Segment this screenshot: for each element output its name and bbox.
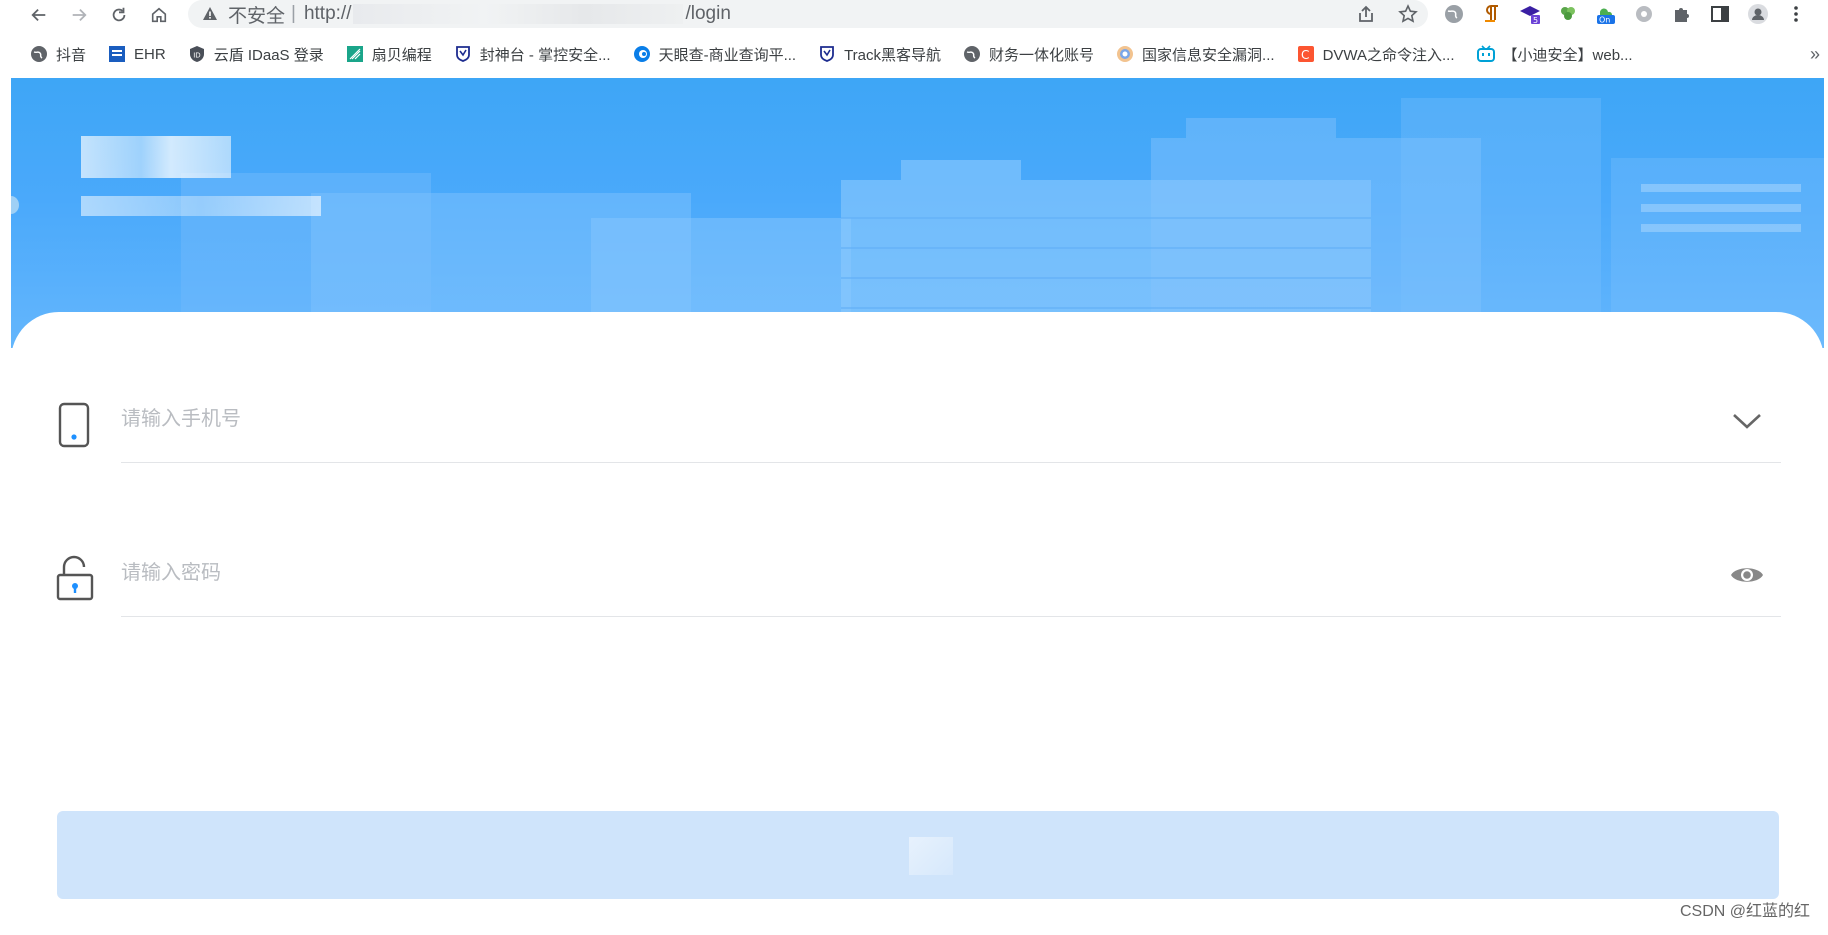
side-panel-icon — [1711, 6, 1729, 22]
clover-icon — [1561, 7, 1575, 20]
login-button-label-redacted — [909, 837, 953, 875]
menu-button[interactable] — [1784, 2, 1808, 26]
lock-icon — [55, 555, 95, 603]
phone-input[interactable] — [121, 399, 1661, 439]
arrow-left-icon — [31, 8, 46, 22]
url-redacted — [353, 4, 684, 24]
reload-button[interactable] — [102, 0, 136, 30]
bookmark-label: 【小迪安全】web... — [1502, 46, 1633, 64]
flower-icon — [1636, 6, 1652, 22]
login-page: CSDN @红蓝的红 — [11, 78, 1824, 935]
login-button[interactable] — [57, 811, 1779, 899]
star-icon[interactable] — [1398, 4, 1418, 24]
address-bar[interactable]: 不安全 | http:// /login — [188, 0, 1428, 28]
password-underline — [121, 616, 1781, 617]
bookmark-cnnvd[interactable]: 国家信息安全漏洞... — [1116, 44, 1275, 65]
bookmark-label: DVWA之命令注入... — [1322, 46, 1455, 64]
globe-icon — [30, 45, 48, 63]
extensions-row: 5 On — [1442, 2, 1808, 26]
puzzle-icon — [1675, 8, 1689, 22]
ehr-icon — [108, 45, 126, 63]
password-input[interactable] — [121, 553, 1661, 593]
graduation-hat-icon: 5 — [1520, 6, 1540, 25]
bookmark-tianyancha[interactable]: 天眼查-商业查询平... — [633, 44, 797, 65]
bookmark-douyin[interactable]: 抖音 — [30, 44, 86, 65]
extension-hat[interactable]: 5 — [1518, 2, 1542, 26]
csdn-watermark: CSDN @红蓝的红 — [1679, 903, 1810, 920]
home-button[interactable] — [142, 0, 176, 30]
hero-banner — [11, 78, 1824, 348]
arrow-right-icon — [72, 8, 87, 22]
extension-pilcrow[interactable] — [1480, 2, 1504, 26]
extension-clover[interactable] — [1556, 2, 1580, 26]
phone-field — [55, 391, 1791, 463]
svg-text:5: 5 — [1533, 16, 1538, 25]
chevron-down-icon — [1733, 414, 1761, 429]
phone-icon — [55, 401, 95, 449]
extension-flower[interactable] — [1632, 2, 1656, 26]
extensions-button[interactable] — [1670, 2, 1694, 26]
pilcrow-icon — [1485, 5, 1498, 22]
bookmarks-bar: 抖音 EHR ID 云盾 IDaaS 登录 扇贝编程 封神台 - 掌控安全...… — [0, 36, 1828, 72]
bookmark-dvwa[interactable]: C DVWA之命令注入... — [1297, 44, 1455, 65]
bookmark-fengshentai[interactable]: 封神台 - 掌控安全... — [454, 44, 611, 65]
fst-shield-icon — [454, 45, 472, 63]
avatar-icon — [1748, 4, 1768, 24]
svg-text:On: On — [1599, 16, 1610, 25]
eye-icon — [1731, 568, 1763, 582]
bookmark-finance[interactable]: 财务一体化账号 — [963, 44, 1094, 65]
security-separator: | — [291, 3, 296, 24]
phone-underline — [121, 462, 1781, 463]
bookmark-label: 云盾 IDaaS 登录 — [213, 46, 324, 64]
login-card — [11, 312, 1824, 935]
password-field — [55, 545, 1791, 617]
shield-icon: ID — [188, 45, 206, 63]
side-panel-button[interactable] — [1708, 2, 1732, 26]
warning-icon — [203, 7, 217, 20]
forward-button[interactable] — [62, 0, 96, 30]
browser-toolbar: 不安全 | http:// /login 5 On — [0, 0, 1828, 30]
bookmark-label: 国家信息安全漏洞... — [1142, 46, 1275, 64]
bookmark-ehr[interactable]: EHR — [108, 45, 166, 63]
bookmark-label: 扇贝编程 — [371, 46, 432, 64]
kebab-menu-icon — [1794, 6, 1798, 22]
bookmark-shanbay[interactable]: 扇贝编程 — [346, 44, 432, 65]
cnnvd-icon — [1116, 45, 1134, 63]
bookmark-label: EHR — [134, 45, 166, 63]
csdn-icon: C — [1297, 45, 1315, 63]
shanbay-icon — [346, 45, 364, 63]
bookmark-label: 封神台 - 掌控安全... — [479, 46, 611, 64]
subtitle-redacted — [81, 196, 321, 216]
track-shield-icon — [818, 45, 836, 63]
bookmark-xiaodi[interactable]: 【小迪安全】web... — [1476, 44, 1633, 65]
bookmark-label: 天眼查-商业查询平... — [658, 46, 797, 64]
security-label: 不安全 — [228, 5, 286, 27]
bilibili-icon — [1476, 45, 1495, 63]
extension-on[interactable]: On — [1594, 2, 1618, 26]
logo-redacted — [81, 136, 231, 178]
globe-gray-icon — [1445, 5, 1463, 23]
back-button[interactable] — [22, 0, 56, 30]
bookmark-label: Track黑客导航 — [844, 46, 942, 64]
phone-dropdown-button[interactable] — [1727, 403, 1767, 439]
toggle-password-visibility[interactable] — [1727, 557, 1767, 593]
svg-text:C: C — [1301, 48, 1309, 62]
svg-text:ID: ID — [193, 52, 200, 60]
bookmark-track[interactable]: Track黑客导航 — [818, 44, 941, 65]
extension-globe[interactable] — [1442, 2, 1466, 26]
tianyancha-icon — [633, 45, 651, 63]
bookmark-idaas[interactable]: ID 云盾 IDaaS 登录 — [188, 44, 324, 65]
home-icon — [151, 7, 167, 23]
cloud-on-icon: On — [1597, 8, 1615, 25]
profile-button[interactable] — [1746, 2, 1770, 26]
bookmarks-overflow-button[interactable]: » — [1810, 44, 1820, 65]
url-prefix: http:// — [303, 3, 352, 24]
bookmark-label: 财务一体化账号 — [989, 46, 1095, 64]
bookmark-label: 抖音 — [56, 46, 87, 64]
globe-icon — [963, 45, 981, 63]
reload-icon — [112, 7, 126, 22]
url-suffix: /login — [685, 3, 731, 24]
share-icon[interactable] — [1356, 4, 1376, 24]
